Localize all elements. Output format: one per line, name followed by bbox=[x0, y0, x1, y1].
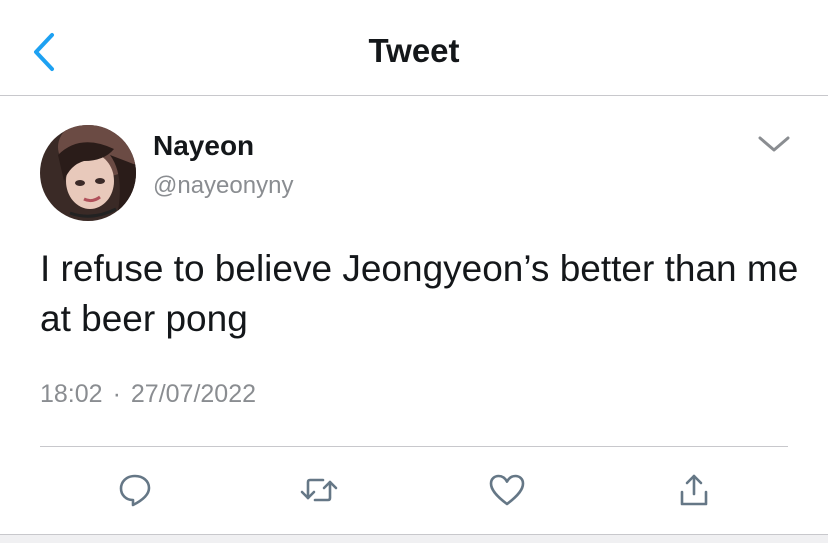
chevron-down-icon bbox=[758, 136, 790, 152]
heart-icon bbox=[489, 474, 525, 506]
avatar-photo bbox=[40, 125, 136, 221]
retweet-button[interactable] bbox=[297, 468, 341, 512]
page-title: Tweet bbox=[368, 32, 460, 69]
share-icon bbox=[680, 474, 708, 506]
timestamp-separator: · bbox=[112, 380, 121, 408]
tweet-text: I refuse to believe Jeongyeon’s better t… bbox=[40, 248, 799, 339]
tweet-date: 27/07/2022 bbox=[130, 380, 257, 408]
display-name[interactable]: Nayeon bbox=[153, 130, 254, 162]
avatar[interactable] bbox=[40, 125, 136, 221]
tweet-time: 18:02 bbox=[40, 380, 103, 408]
navigation-bar: Tweet bbox=[0, 0, 828, 96]
user-handle[interactable]: @nayeonyny bbox=[153, 172, 293, 200]
reply-icon bbox=[119, 474, 151, 507]
timestamp: 18:02 · 27/07/2022 bbox=[40, 380, 256, 409]
content-divider bbox=[40, 446, 788, 447]
bottom-strip bbox=[0, 535, 828, 543]
nav-divider bbox=[0, 95, 828, 96]
more-options-button[interactable] bbox=[752, 126, 796, 162]
retweet-icon bbox=[300, 478, 338, 502]
share-button[interactable] bbox=[672, 468, 716, 512]
reply-button[interactable] bbox=[113, 468, 157, 512]
like-button[interactable] bbox=[485, 468, 529, 512]
